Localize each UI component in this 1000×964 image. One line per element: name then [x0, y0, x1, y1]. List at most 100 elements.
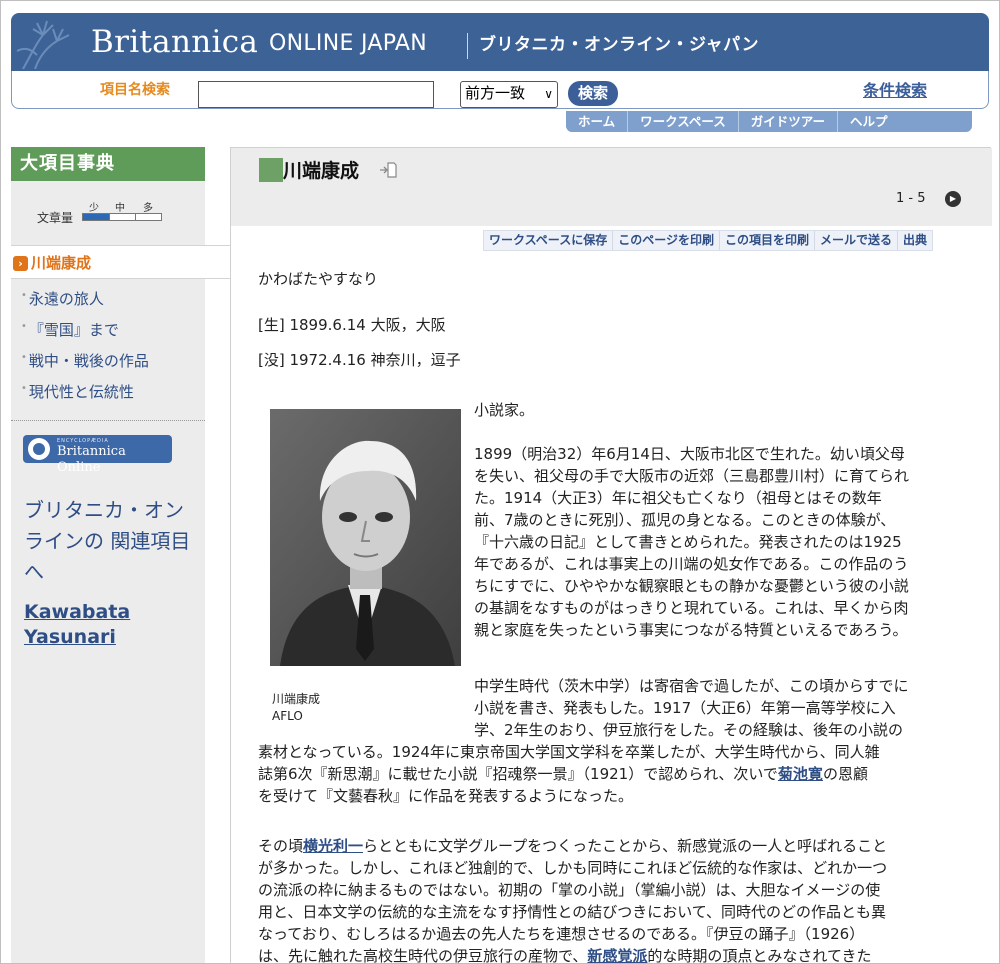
text-line: なっており、むしろはるか過去の先人たちを連想させるのである。『伊豆の踊子』（19…: [258, 925, 865, 943]
text-line: 用と、日本文学の伝統的な主流をなす抒情性との結びつきにおいて、同時代のどの作品と…: [258, 903, 887, 921]
print-item-button[interactable]: この項目を印刷: [720, 231, 815, 250]
save-to-workspace-button[interactable]: ワークスペースに保存: [484, 231, 614, 250]
text-line: 中学生時代（茨木中学）は寄宿舎で過したが、この頃からすでに: [474, 677, 909, 695]
sidebar-item-label: 現代性と伝統性: [28, 383, 134, 401]
bullet-icon: •: [21, 383, 27, 394]
article-title: 川端康成: [283, 160, 360, 182]
text-line: 素材となっている。1924年に東京帝国大学国文学科を卒業したが、大学生時代から、…: [258, 743, 880, 761]
text-line: 年であるが、これは事実上の川端の処女作である。この作品のう: [474, 555, 909, 573]
brand-divider: [467, 33, 468, 59]
paragraph-3: その頃横光利一らとともに文学グループをつくったことから、新感覚派の一人と呼ばれる…: [258, 835, 978, 964]
article-reading: かわばたやすなり: [258, 270, 379, 288]
volume-label: 文章量: [37, 211, 74, 225]
email-button[interactable]: メールで送る: [815, 231, 898, 250]
volume-mark-mid: 中: [115, 203, 125, 214]
sidebar-divider: [11, 420, 205, 421]
sidebar-header: 大項目事典: [11, 147, 205, 181]
text-line: を失い、祖父母の手で大阪市の近郊（三島郡豊川村）に育てられ: [474, 467, 910, 485]
volume-mark-high: 多: [143, 203, 153, 214]
site-banner: Britannica ONLINE JAPAN ブリタニカ・オンライン・ジャパン: [11, 13, 989, 71]
text-line: その頃横光利一らとともに文学グループをつくったことから、新感覚派の一人と呼ばれる…: [258, 835, 978, 857]
chevron-down-icon: ∨: [544, 87, 553, 101]
global-nav: ホーム ワークスペース ガイドツアー ヘルプ: [566, 111, 972, 132]
article-actions: ワークスペースに保存 このページを印刷 この項目を印刷 メールで送る 出典: [483, 230, 934, 251]
text-span: 誌第6次『新思潮』に載せた小説『招魂祭一景』（1921）で認められ、次いで: [258, 765, 778, 783]
brand-japanese: ブリタニカ・オンライン・ジャパン: [479, 35, 759, 55]
nav-help[interactable]: ヘルプ: [838, 111, 900, 132]
search-button[interactable]: 検索: [568, 81, 618, 106]
article-header: 川端康成 1 - 5 ▶: [231, 148, 992, 226]
text-span: 的な時期の頂点とみなされてきた: [647, 947, 872, 964]
title-marker: [259, 158, 283, 182]
text-line: 学、2年生のおり、伊豆旅行をした。その経験は、後年の小説の: [474, 721, 903, 739]
source-button[interactable]: 出典: [898, 231, 932, 250]
text-line: 誌第6次『新思潮』に載せた小説『招魂祭一景』（1921）で認められ、次いで菊池寛…: [258, 763, 978, 785]
search-bar: 項目名検索 前方一致 ∨ 検索 条件検索: [11, 71, 989, 109]
text-line: た。1914（大正3）年に祖父も亡くなり（祖母とはその数年: [474, 489, 882, 507]
text-line: 前、7歳のときに死別）、孤児の身となる。このときの体験が、: [474, 511, 896, 529]
bullet-icon: •: [21, 321, 27, 332]
related-items-link[interactable]: ブリタニカ・オンラインの 関連項目へ: [24, 495, 202, 588]
shinkankaku-ha-link[interactable]: 新感覚派: [587, 947, 647, 963]
advanced-search-link[interactable]: 条件検索: [863, 81, 927, 101]
paragraph-intro: 小説家。: [474, 401, 535, 419]
text-span: その頃: [258, 837, 304, 855]
paragraph-1: 1899（明治32）年6月14日、大阪市北区で生れた。幼い頃父母 を失い、祖父母…: [474, 443, 974, 641]
page-indicator: 1 - 5: [896, 191, 926, 206]
kikuchi-kan-link[interactable]: 菊池寛: [778, 765, 823, 783]
paragraph-2a: 中学生時代（茨木中学）は寄宿舎で過したが、この頃からすでに 小説を書き、発表もし…: [474, 675, 974, 741]
brand-logo[interactable]: Britannica: [91, 25, 258, 59]
sidebar-item-label: 永遠の旅人: [28, 290, 104, 308]
english-article-link[interactable]: Kawabata Yasunari: [24, 600, 202, 650]
text-line: は、先に触れた高校生時代の伊豆旅行の産物で、新感覚派的な時期の頂点とみなされてき…: [258, 945, 978, 964]
sidebar: 大項目事典 文章量 少 中 多 › 川端康成 • 永遠の旅人 • 『雪国』まで • 戦…: [11, 147, 230, 963]
arrow-right-icon: ›: [13, 256, 28, 271]
sidebar-item-until-snow-country[interactable]: • 『雪国』まで: [21, 318, 119, 339]
nav-home[interactable]: ホーム: [566, 111, 629, 132]
brand-subtitle: ONLINE JAPAN: [269, 31, 427, 56]
search-mode-select[interactable]: 前方一致 ∨: [460, 81, 558, 108]
text-line: の基調をなすものがはっきりと現れている。これは、早くから肉: [474, 599, 909, 617]
nav-workspace[interactable]: ワークスペース: [628, 111, 739, 132]
search-label: 項目名検索: [100, 82, 170, 98]
text-line: の流派の枠に納まるものではない。初期の「掌の小説」（掌編小説）は、大胆なイメージ…: [258, 881, 881, 899]
paragraph-2b: 素材となっている。1924年に東京帝国大学国文学科を卒業したが、大学生時代から、…: [258, 741, 978, 807]
caption-name: 川端康成: [272, 692, 321, 706]
photo-caption: 川端康成 AFLO: [272, 691, 320, 725]
search-mode-value: 前方一致: [465, 84, 526, 102]
yokomitsu-riichi-link[interactable]: 横光利一: [303, 837, 363, 855]
text-span: らとともに文学グループをつくったことから、新感覚派の一人と呼ばれること: [363, 837, 888, 855]
sidebar-item-modernity-tradition[interactable]: • 現代性と伝統性: [21, 380, 134, 401]
next-page-icon[interactable]: ▶: [945, 191, 961, 207]
nav-guide-tour[interactable]: ガイドツアー: [739, 111, 839, 132]
page-link-icon[interactable]: [379, 162, 397, 178]
volume-tick: [109, 214, 110, 220]
browser-viewport: Britannica ONLINE JAPAN ブリタニカ・オンライン・ジャパン…: [0, 0, 1000, 964]
volume-tick: [135, 214, 136, 220]
text-line: 小説を書き、発表もした。1917（大正6）年第一高等学校に入: [474, 699, 896, 717]
print-page-button[interactable]: このページを印刷: [613, 231, 720, 250]
volume-meter: [82, 213, 162, 221]
article-panel: 川端康成 1 - 5 ▶ ワークスペースに保存 このページを印刷 この項目を印刷…: [230, 147, 992, 964]
text-span: は、先に触れた高校生時代の伊豆旅行の産物で、: [258, 947, 588, 964]
text-line: 1899（明治32）年6月14日、大阪市北区で生れた。幼い頃父母: [474, 445, 905, 463]
bullet-icon: •: [21, 290, 27, 301]
author-photo: [270, 409, 461, 666]
seal-icon: [28, 438, 50, 460]
sidebar-item-label: 『雪国』まで: [28, 321, 119, 339]
sidebar-current-item[interactable]: › 川端康成: [11, 245, 230, 279]
text-line: 『十六歳の日記』として書きとめられた。発表されたのは1925: [474, 533, 902, 551]
text-span: の恩顧: [822, 765, 868, 783]
text-line: を受けて『文藝春秋』に作品を発表するようになった。: [258, 787, 634, 805]
birth-info: [生] 1899.6.14 大阪，大阪: [258, 316, 446, 334]
text-line: ちにすでに、ひややかな観察眼ともの静かな憂鬱という彼の小説: [474, 577, 909, 595]
sidebar-item-wartime-works[interactable]: • 戦中・戦後の作品: [21, 349, 149, 370]
death-info: [没] 1972.4.16 神奈川，逗子: [258, 351, 461, 369]
text-line: 親と家庭を失ったという事実につながる特質といえるであろう。: [474, 621, 908, 639]
search-input[interactable]: [198, 81, 434, 108]
bullet-icon: •: [21, 352, 27, 363]
logo-text: Britannica Online: [57, 444, 126, 475]
sidebar-item-eternal-traveler[interactable]: • 永遠の旅人: [21, 287, 104, 308]
caption-credit: AFLO: [272, 709, 303, 723]
britannica-online-logo[interactable]: ENCYCLOPÆDIA Britannica Online: [23, 435, 172, 475]
